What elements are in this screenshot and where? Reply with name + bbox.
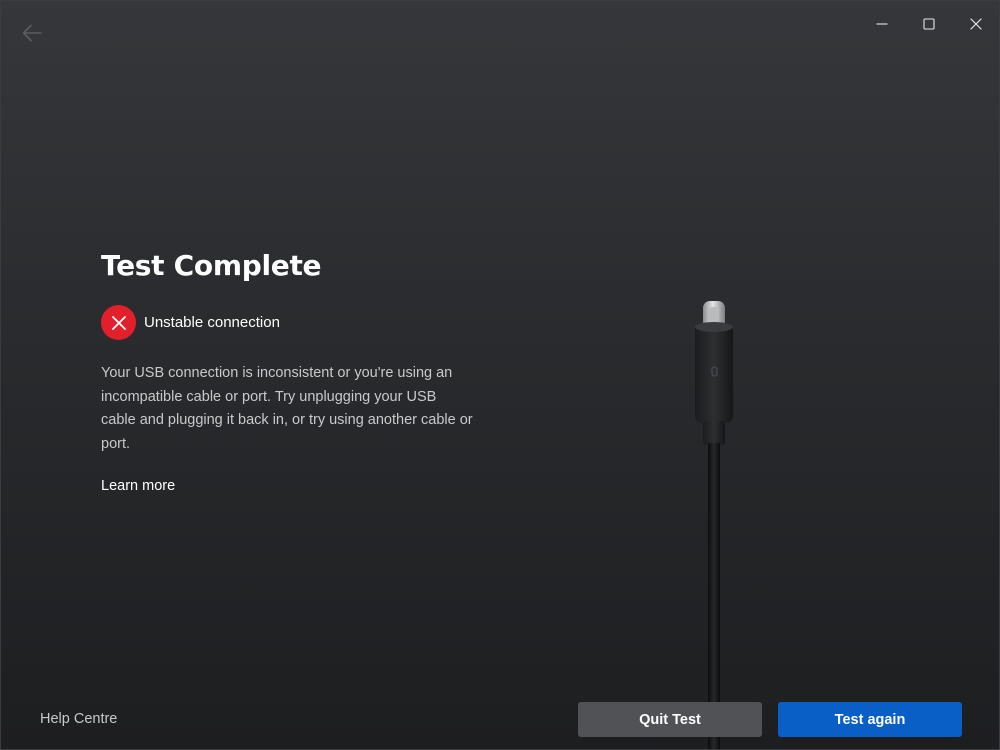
test-again-button[interactable]: Test again [778, 702, 962, 737]
arrow-left-icon [22, 24, 42, 42]
help-centre-link[interactable]: Help Centre [40, 711, 117, 727]
window-caption-buttons [858, 1, 999, 47]
minimize-button[interactable] [858, 1, 905, 47]
app-window: Test Complete Unstable connection Your U… [0, 0, 1000, 750]
maximize-icon [922, 18, 935, 30]
error-x-icon [101, 305, 136, 340]
page-title: Test Complete [101, 249, 322, 282]
minimize-icon [876, 23, 887, 25]
status-row: Unstable connection [101, 305, 481, 340]
quit-test-button[interactable]: Quit Test [578, 702, 762, 737]
maximize-button[interactable] [905, 1, 952, 47]
status-text: Unstable connection [144, 314, 280, 331]
description-text: Your USB connection is inconsistent or y… [101, 365, 473, 452]
usb-c-cable-illustration [695, 301, 733, 749]
result-panel: Test Complete Unstable connection Your U… [101, 247, 481, 495]
back-button[interactable] [15, 17, 49, 49]
close-button[interactable] [952, 1, 999, 47]
learn-more-link[interactable]: Learn more [101, 478, 175, 494]
close-icon [969, 18, 982, 30]
